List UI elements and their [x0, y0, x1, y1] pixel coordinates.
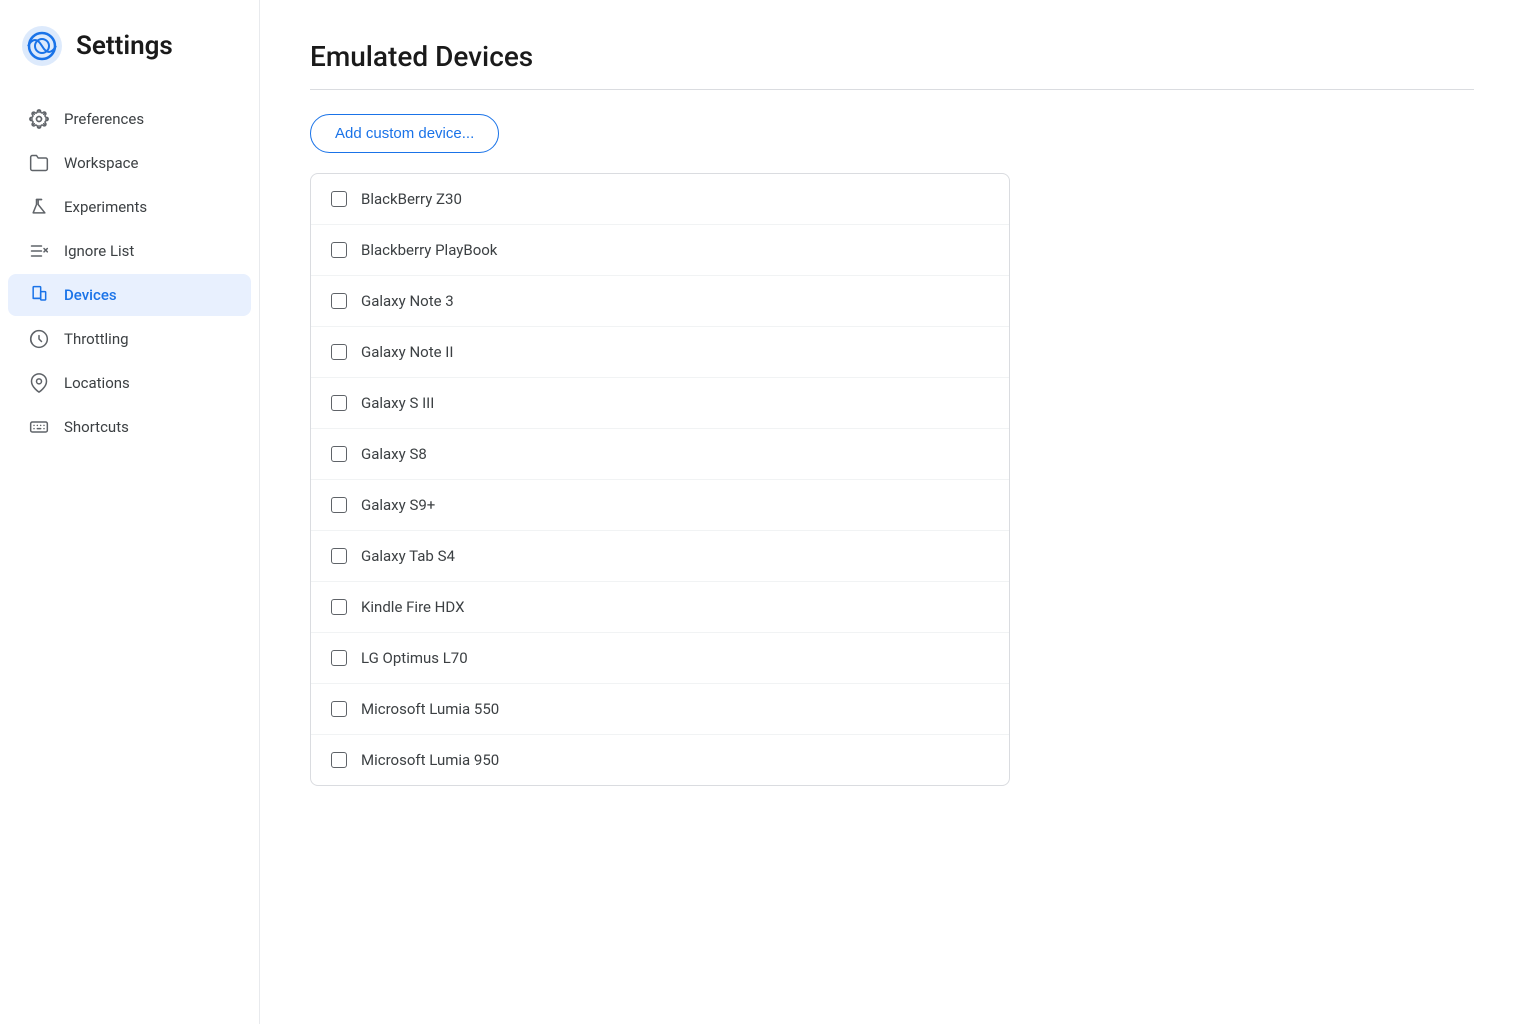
app-logo — [20, 24, 64, 68]
device-checkbox-galaxy-s-iii[interactable] — [331, 395, 347, 411]
device-label: LG Optimus L70 — [361, 649, 468, 667]
folder-icon — [28, 152, 50, 174]
main-content: Emulated Devices Add custom device... Bl… — [260, 0, 1524, 1024]
list-item[interactable]: Microsoft Lumia 550 — [311, 684, 1009, 735]
location-icon — [28, 372, 50, 394]
list-x-icon — [28, 240, 50, 262]
page-title: Emulated Devices — [310, 40, 1474, 73]
sidebar-item-throttling[interactable]: Throttling — [8, 318, 251, 360]
device-label: BlackBerry Z30 — [361, 190, 462, 208]
device-label: Microsoft Lumia 550 — [361, 700, 499, 718]
sidebar-item-label: Experiments — [64, 198, 147, 216]
sidebar: Settings Preferences Workspace Experimen… — [0, 0, 260, 1024]
list-item[interactable]: Blackberry PlayBook — [311, 225, 1009, 276]
device-label: Galaxy Note II — [361, 343, 453, 361]
sidebar-item-preferences[interactable]: Preferences — [8, 98, 251, 140]
device-checkbox-galaxy-note-ii[interactable] — [331, 344, 347, 360]
device-checkbox-galaxy-note-3[interactable] — [331, 293, 347, 309]
device-label: Microsoft Lumia 950 — [361, 751, 499, 769]
list-item[interactable]: Galaxy Note II — [311, 327, 1009, 378]
devices-list: BlackBerry Z30 Blackberry PlayBook Galax… — [310, 173, 1010, 786]
sidebar-item-label: Ignore List — [64, 242, 134, 260]
list-item[interactable]: Galaxy Tab S4 — [311, 531, 1009, 582]
device-checkbox-blackberry-playbook[interactable] — [331, 242, 347, 258]
list-item[interactable]: Kindle Fire HDX — [311, 582, 1009, 633]
device-label: Galaxy S9+ — [361, 496, 435, 514]
sidebar-item-workspace[interactable]: Workspace — [8, 142, 251, 184]
device-icon — [28, 284, 50, 306]
gear-icon — [28, 108, 50, 130]
list-item[interactable]: Microsoft Lumia 950 — [311, 735, 1009, 785]
title-divider — [310, 89, 1474, 90]
sidebar-item-label: Workspace — [64, 154, 138, 172]
sidebar-item-devices[interactable]: Devices — [8, 274, 251, 316]
list-item[interactable]: Galaxy S9+ — [311, 480, 1009, 531]
sidebar-item-label: Locations — [64, 374, 130, 392]
list-item[interactable]: LG Optimus L70 — [311, 633, 1009, 684]
settings-title: Settings — [76, 31, 173, 61]
nav-list: Preferences Workspace Experiments Ignore… — [0, 96, 259, 450]
device-checkbox-microsoft-lumia-550[interactable] — [331, 701, 347, 717]
keyboard-icon — [28, 416, 50, 438]
device-label: Blackberry PlayBook — [361, 241, 497, 259]
sidebar-item-ignore-list[interactable]: Ignore List — [8, 230, 251, 272]
sidebar-item-label: Devices — [64, 286, 117, 304]
device-checkbox-galaxy-s9-plus[interactable] — [331, 497, 347, 513]
device-checkbox-blackberry-z30[interactable] — [331, 191, 347, 207]
sidebar-item-shortcuts[interactable]: Shortcuts — [8, 406, 251, 448]
sidebar-item-label: Shortcuts — [64, 418, 129, 436]
sidebar-item-label: Throttling — [64, 330, 129, 348]
sidebar-item-experiments[interactable]: Experiments — [8, 186, 251, 228]
add-custom-device-button[interactable]: Add custom device... — [310, 114, 499, 153]
device-checkbox-galaxy-s8[interactable] — [331, 446, 347, 462]
list-item[interactable]: Galaxy S III — [311, 378, 1009, 429]
flask-icon — [28, 196, 50, 218]
sidebar-header: Settings — [0, 24, 259, 96]
device-label: Galaxy Note 3 — [361, 292, 454, 310]
list-item[interactable]: BlackBerry Z30 — [311, 174, 1009, 225]
sidebar-item-locations[interactable]: Locations — [8, 362, 251, 404]
device-label: Galaxy S III — [361, 394, 434, 412]
device-checkbox-lg-optimus-l70[interactable] — [331, 650, 347, 666]
device-label: Galaxy Tab S4 — [361, 547, 455, 565]
device-checkbox-galaxy-tab-s4[interactable] — [331, 548, 347, 564]
throttle-icon — [28, 328, 50, 350]
device-checkbox-kindle-fire-hdx[interactable] — [331, 599, 347, 615]
device-label: Galaxy S8 — [361, 445, 427, 463]
sidebar-item-label: Preferences — [64, 110, 144, 128]
device-checkbox-microsoft-lumia-950[interactable] — [331, 752, 347, 768]
list-item[interactable]: Galaxy Note 3 — [311, 276, 1009, 327]
device-label: Kindle Fire HDX — [361, 598, 464, 616]
list-item[interactable]: Galaxy S8 — [311, 429, 1009, 480]
